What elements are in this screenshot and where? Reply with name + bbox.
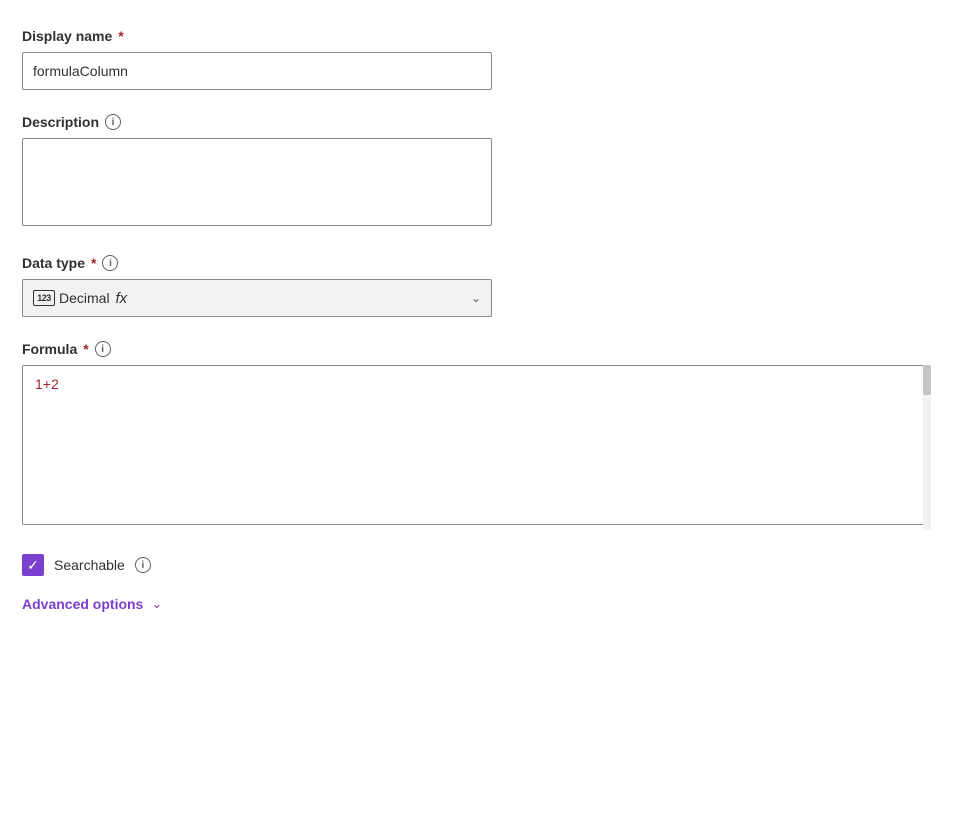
formula-required-star: * xyxy=(83,341,88,357)
description-field: Description i xyxy=(22,114,953,231)
searchable-row: ✓ Searchable i xyxy=(22,554,953,576)
display-name-required-star: * xyxy=(118,28,123,44)
description-label: Description i xyxy=(22,114,953,130)
searchable-label: Searchable xyxy=(54,557,125,573)
data-type-field: Data type * i 123 Decimal fx ⌄ xyxy=(22,255,953,317)
data-type-label-text: Data type xyxy=(22,255,85,271)
advanced-options-text: Advanced options xyxy=(22,596,143,612)
formula-scrollbar-track xyxy=(923,365,931,530)
data-type-chevron-icon: ⌄ xyxy=(471,291,481,305)
description-input[interactable] xyxy=(22,138,492,226)
searchable-checkbox[interactable]: ✓ xyxy=(22,554,44,576)
display-name-label: Display name * xyxy=(22,28,953,44)
advanced-options-row[interactable]: Advanced options ⌄ xyxy=(22,596,953,612)
data-type-dropdown[interactable]: 123 Decimal fx ⌄ xyxy=(22,279,492,317)
formula-input[interactable]: 1+2 xyxy=(22,365,931,525)
formula-info-icon[interactable]: i xyxy=(95,341,111,357)
data-type-info-icon[interactable]: i xyxy=(102,255,118,271)
formula-scrollbar-thumb xyxy=(923,365,931,395)
display-name-field: Display name * xyxy=(22,28,953,90)
data-type-selected-value: Decimal fx xyxy=(59,290,127,307)
description-info-icon[interactable]: i xyxy=(105,114,121,130)
form-container: Display name * Description i Data type *… xyxy=(22,28,953,612)
display-name-input[interactable] xyxy=(22,52,492,90)
formula-label: Formula * i xyxy=(22,341,953,357)
formula-area-wrapper: 1+2 xyxy=(22,365,931,530)
fx-icon: fx xyxy=(115,290,127,307)
display-name-label-text: Display name xyxy=(22,28,112,44)
formula-label-text: Formula xyxy=(22,341,77,357)
data-type-label: Data type * i xyxy=(22,255,953,271)
number-box-icon: 123 xyxy=(33,290,55,306)
description-label-text: Description xyxy=(22,114,99,130)
data-type-required-star: * xyxy=(91,255,96,271)
checkmark-icon: ✓ xyxy=(27,558,39,572)
formula-field: Formula * i 1+2 xyxy=(22,341,953,530)
data-type-dropdown-icon: 123 Decimal fx xyxy=(33,290,127,307)
advanced-options-chevron-icon: ⌄ xyxy=(151,596,162,612)
searchable-info-icon[interactable]: i xyxy=(135,557,151,573)
